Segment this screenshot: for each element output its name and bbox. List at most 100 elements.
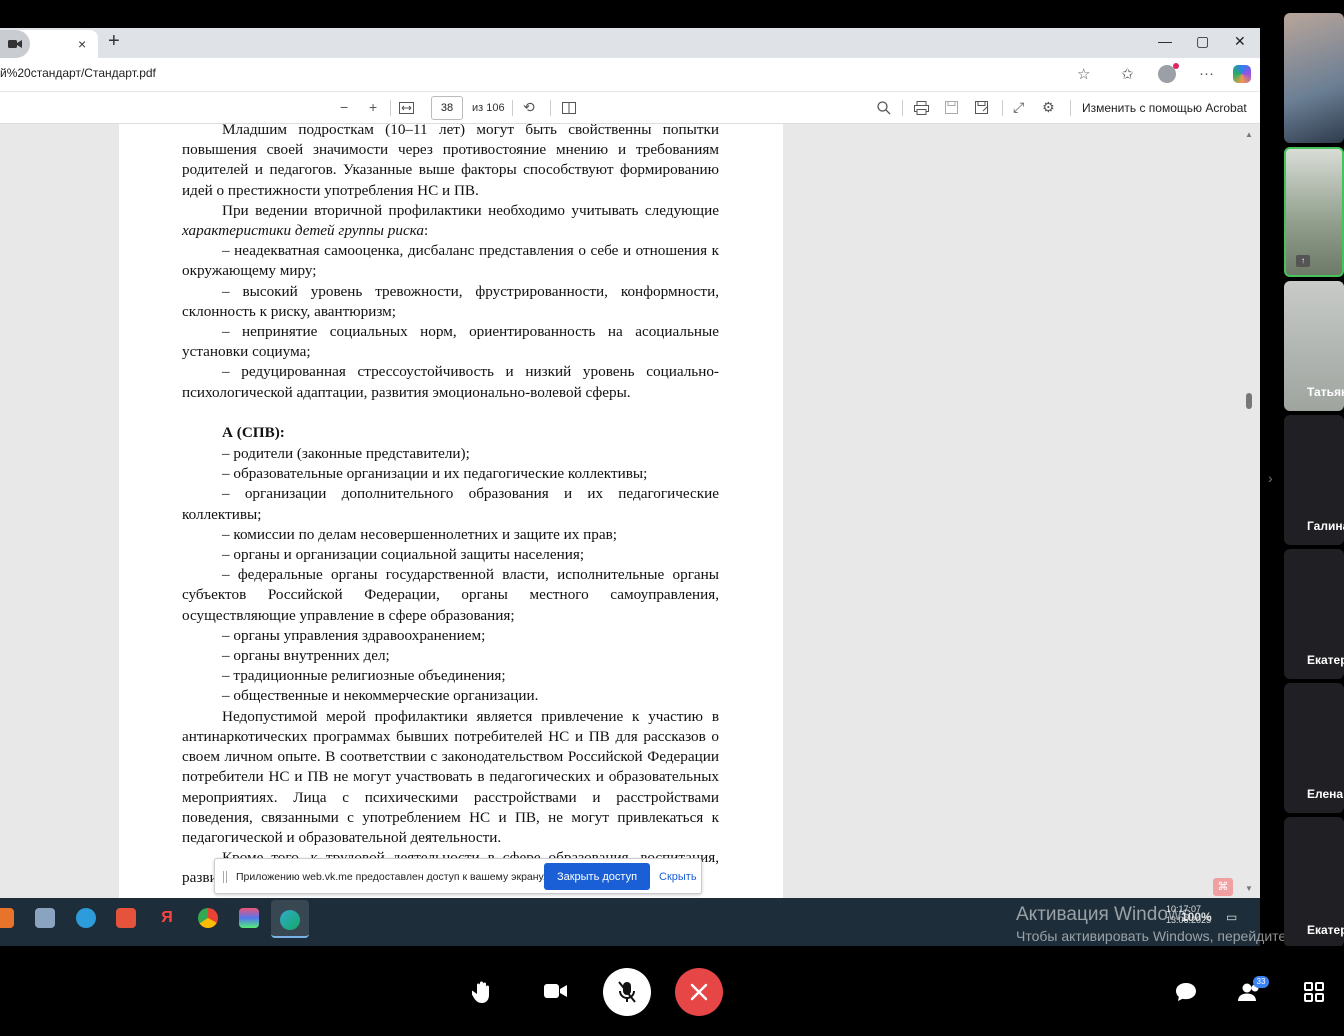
app-icon[interactable] <box>116 908 136 928</box>
page-total: из 106 <box>472 102 505 114</box>
scroll-up-icon[interactable]: ▲ <box>1245 130 1253 139</box>
italic-text: характеристики детей группы риска <box>182 222 425 240</box>
tab-close-button[interactable]: × <box>78 36 86 52</box>
chevron-right-icon[interactable]: › <box>1268 470 1273 486</box>
list-item: – высокий уровень тревожности, фрустриро… <box>182 282 719 320</box>
zoom-out-button[interactable]: − <box>340 99 348 115</box>
profile-avatar[interactable] <box>1158 63 1179 83</box>
fit-width-icon[interactable] <box>399 102 414 114</box>
rotate-icon[interactable]: ⟲ <box>523 99 535 116</box>
camera-icon <box>0 30 30 58</box>
participant-tile[interactable] <box>1284 13 1344 143</box>
notification-icon[interactable]: ▭ <box>1226 910 1237 924</box>
page-number-input[interactable]: 38 <box>431 96 463 120</box>
list-item: – организации дополнительного образовани… <box>182 485 719 523</box>
edit-with-acrobat-button[interactable]: Изменить с помощью Acrobat <box>1082 101 1247 115</box>
close-window-button[interactable]: ✕ <box>1234 33 1246 50</box>
drag-handle-icon[interactable] <box>223 871 227 883</box>
favorite-star-icon[interactable]: ☆ <box>1077 65 1090 83</box>
browser-tab[interactable]: × <box>0 30 98 58</box>
participant-tile[interactable]: Екатерина <box>1284 549 1344 679</box>
participant-tile-active[interactable]: ↑ <box>1284 147 1344 277</box>
participant-tile[interactable]: Татьяна <box>1284 281 1344 411</box>
vertical-scrollbar[interactable]: ▲ ▼ <box>1243 128 1255 918</box>
camera-toggle-icon[interactable] <box>544 982 568 1000</box>
list-item: – родители (законные представители); <box>222 445 470 463</box>
toolbar-divider <box>1070 100 1071 116</box>
acrobat-logo-icon[interactable]: ⌘ <box>1213 878 1233 896</box>
paragraph-text: При ведении вторичной профилактики необх… <box>222 201 719 219</box>
toolbar-divider <box>1002 100 1003 116</box>
settings-gear-icon[interactable]: ⚙ <box>1042 99 1055 116</box>
list-item: – неадекватная самооценка, дисбаланс пре… <box>182 242 719 280</box>
list-item: – органы и организации социальной защиты… <box>222 546 585 564</box>
list-item: – образовательные организации и их педаг… <box>222 465 648 483</box>
list-item: – органы внутренних дел; <box>222 647 390 665</box>
participant-count-badge: 33 <box>1253 976 1269 988</box>
list-item: – органы управления здравоохранением; <box>222 626 486 644</box>
search-icon[interactable] <box>877 101 891 115</box>
print-icon[interactable] <box>914 101 929 115</box>
scrollbar-thumb[interactable] <box>1246 393 1252 409</box>
yandex-icon[interactable]: Я <box>157 908 177 928</box>
participant-name: Елена <box>1307 787 1344 801</box>
chrome-icon[interactable] <box>198 908 218 928</box>
browser-tab-bar: × + — ▢ ✕ <box>0 28 1260 58</box>
favorites-icon[interactable]: ✩ <box>1121 65 1134 83</box>
app-icon[interactable] <box>239 908 259 928</box>
chat-icon[interactable] <box>1175 982 1197 1002</box>
list-item: – редуцированная стрессоустойчивость и н… <box>182 363 719 401</box>
participant-name: Татьяна <box>1307 385 1344 399</box>
mic-off-icon <box>618 981 636 1003</box>
hide-link[interactable]: Скрыть <box>659 871 697 883</box>
paragraph: Недопустимой мерой профилактики является… <box>182 707 719 846</box>
list-item: – комиссии по делам несовершеннолетних и… <box>222 525 618 543</box>
grid-view-icon[interactable] <box>1304 982 1324 1002</box>
app-icon[interactable] <box>35 908 55 928</box>
menu-dots-icon[interactable]: ··· <box>1199 65 1214 82</box>
minimize-button[interactable]: — <box>1158 33 1172 49</box>
participant-list: ↑ Татьяна Галина Екатерина Елена Екатери… <box>1284 13 1344 953</box>
share-message: Приложению web.vk.me предоставлен доступ… <box>236 871 546 883</box>
list-item: – федеральные органы государственной вла… <box>182 566 719 624</box>
app-icon[interactable] <box>76 908 96 928</box>
maximize-button[interactable]: ▢ <box>1196 33 1209 50</box>
paragraph: Младшим подросткам (10–11 лет) могут быт… <box>182 124 719 199</box>
toolbar-divider <box>550 100 551 116</box>
save-icon[interactable] <box>945 101 958 114</box>
page-view-icon[interactable] <box>562 102 576 114</box>
pdf-page-text: Младшим подросткам (10–11 лет) могут быт… <box>182 124 719 889</box>
participant-tile[interactable]: Галина <box>1284 415 1344 545</box>
stop-sharing-button[interactable]: Закрыть доступ <box>544 863 650 890</box>
raised-hand-icon: ↑ <box>1296 255 1310 267</box>
toolbar-divider <box>390 100 391 116</box>
edge-icon[interactable] <box>271 900 309 938</box>
call-controls-bar: 33 <box>0 946 1344 1036</box>
url-text[interactable]: й%20стандарт/Стандарт.pdf <box>0 66 156 80</box>
mic-muted-button[interactable] <box>603 968 651 1016</box>
fullscreen-icon[interactable]: ⤢ <box>1013 99 1024 116</box>
participant-name: Екатерина <box>1307 923 1344 937</box>
copilot-icon[interactable] <box>1233 65 1251 83</box>
save-as-icon[interactable] <box>975 101 989 114</box>
scroll-down-icon[interactable]: ▼ <box>1245 884 1253 893</box>
participant-tile[interactable]: Елена <box>1284 683 1344 813</box>
close-icon <box>690 983 708 1001</box>
pdf-viewer[interactable]: Младшим подросткам (10–11 лет) могут быт… <box>0 124 1260 924</box>
participant-name: Екатерина <box>1307 653 1344 667</box>
screen-share-notice: Приложению web.vk.me предоставлен доступ… <box>214 858 702 894</box>
toolbar-divider <box>902 100 903 116</box>
shared-screen: × + — ▢ ✕ й%20стандарт/Стандарт.pdf ☆ ✩ … <box>0 28 1260 946</box>
section-heading: А (СПВ): <box>222 423 285 441</box>
app-icon[interactable] <box>0 908 14 928</box>
end-call-button[interactable] <box>675 968 723 1016</box>
raise-hand-icon[interactable] <box>472 980 494 1004</box>
address-bar[interactable]: й%20стандарт/Стандарт.pdf ☆ ✩ ··· <box>0 58 1260 92</box>
list-item: – непринятие социальных норм, ориентиров… <box>182 323 719 361</box>
participant-tile[interactable]: Екатерина <box>1284 817 1344 947</box>
pdf-toolbar: − + 38 из 106 ⟲ ⤢ ⚙ Изменить с помощью A… <box>0 92 1260 124</box>
new-tab-button[interactable]: + <box>108 30 120 53</box>
zoom-in-button[interactable]: + <box>369 99 377 115</box>
list-item: – общественные и некоммерческие организа… <box>222 687 539 705</box>
